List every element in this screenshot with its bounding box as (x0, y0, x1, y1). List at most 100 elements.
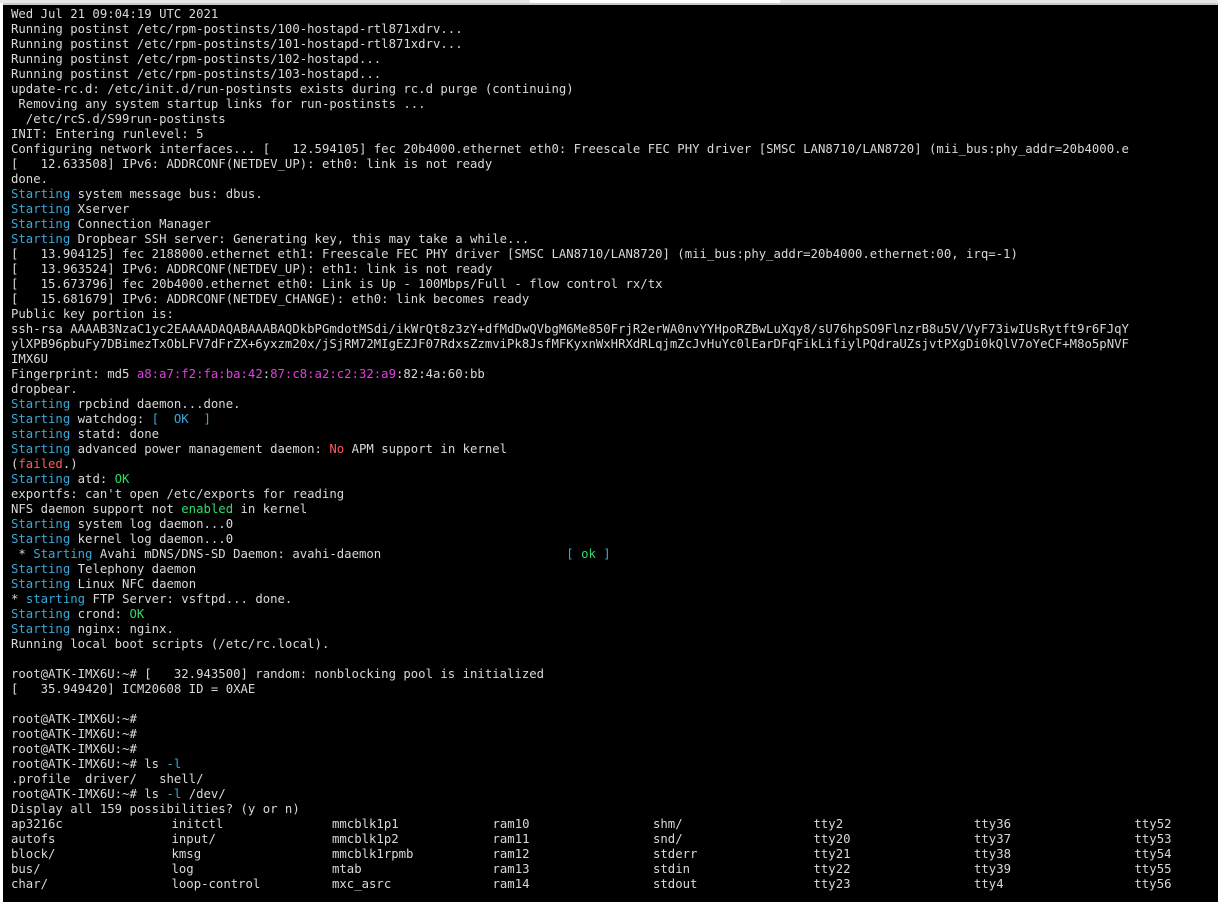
terminal-line: [ 15.681679] IPv6: ADDRCONF(NETDEV_CHANG… (11, 292, 1218, 307)
dev-listing-entry: tty54 (1134, 847, 1172, 861)
terminal-text: exportfs: can't open /etc/exports for re… (11, 487, 345, 501)
terminal-text: Running postinst /etc/rpm-postinsts/101-… (11, 37, 463, 51)
terminal-line: Running postinst /etc/rpm-postinsts/100-… (11, 22, 1218, 37)
terminal-line: /etc/rcS.d/S99run-postinsts (11, 112, 1218, 127)
dev-listing-entry: ram13 (492, 862, 530, 876)
terminal-line: NFS daemon support not enabled in kernel (11, 502, 1218, 517)
terminal-text: * (11, 547, 34, 561)
terminal-text: root@ATK-IMX6U:~# ls (11, 787, 167, 801)
dev-listing-entry: tty2 (813, 817, 844, 831)
terminal-line: update-rc.d: /etc/init.d/run-postinsts e… (11, 82, 1218, 97)
terminal-text: root@ATK-IMX6U:~# (11, 712, 137, 726)
terminal-text: ] (595, 547, 611, 561)
terminal-text: Configuring network interfaces... [ 12.5… (11, 142, 1129, 156)
terminal-line: ylXPB96pbuFy7DBimezTxObLFV7dFrZX+6yxzm20… (11, 337, 1218, 352)
terminal-line: Starting Dropbear SSH server: Generating… (11, 232, 1218, 247)
terminal-line: (failed.) (11, 457, 1218, 472)
terminal-text: kernel log daemon...0 (70, 532, 234, 546)
terminal-line: Display all 159 possibilities? (y or n) (11, 802, 1218, 817)
terminal-text: .) (62, 457, 78, 471)
terminal-text: [ 13.963524] IPv6: ADDRCONF(NETDEV_UP): … (11, 262, 493, 276)
dev-listing-entry: stdin (653, 862, 691, 876)
dev-listing-entry: tty55 (1134, 862, 1172, 876)
terminal-line: * starting FTP Server: vsftpd... done. (11, 592, 1218, 607)
dev-listing-entry: ap3216c (11, 817, 63, 831)
terminal-text: Starting (11, 577, 71, 591)
terminal-line: [ 15.673796] fec 20b4000.ethernet eth0: … (11, 277, 1218, 292)
terminal-text: Display all 159 possibilities? (y or n) (11, 802, 300, 816)
dev-listing-entry: tty36 (974, 817, 1012, 831)
terminal-text: Starting (11, 442, 71, 456)
terminal-text: Dropbear SSH server: Generating key, thi… (70, 232, 530, 246)
dev-listing-entry: stdout (653, 877, 698, 891)
terminal-text: watchdog: (70, 412, 152, 426)
terminal-text: ssh-rsa AAAAB3NzaC1yc2EAAAADAQABAAABAQDk… (11, 322, 1129, 336)
terminal-line: [ 13.963524] IPv6: ADDRCONF(NETDEV_UP): … (11, 262, 1218, 277)
dev-listing-entry: snd/ (653, 832, 683, 846)
dev-listing-entry: tty38 (974, 847, 1012, 861)
terminal-text: crond: (70, 607, 130, 621)
terminal-text: No (329, 442, 345, 456)
terminal-text: Starting (11, 607, 71, 621)
terminal-text: Telephony daemon (70, 562, 197, 576)
terminal-line: Running postinst /etc/rpm-postinsts/101-… (11, 37, 1218, 52)
dev-listing-entry: mtab (332, 862, 362, 876)
terminal-line: Starting system log daemon...0 (11, 517, 1218, 532)
terminal-text: [ 12.633508] IPv6: ADDRCONF(NETDEV_UP): … (11, 157, 493, 171)
terminal-line: Running local boot scripts (/etc/rc.loca… (11, 637, 1218, 652)
terminal-line: Starting Xserver (11, 202, 1218, 217)
dev-listing-entry: tty37 (974, 832, 1012, 846)
terminal-text: atd: (70, 472, 115, 486)
dev-listing-row: bus/log mtab ram13 stdin tty22 tty39 tty55 (11, 862, 1218, 877)
terminal-text: root@ATK-IMX6U:~# [ 32.943500] random: n… (11, 667, 545, 681)
terminal-text: Connection Manager (70, 217, 211, 231)
terminal-text: advanced power management daemon: (70, 442, 330, 456)
dev-listing-entry: stderr (653, 847, 698, 861)
terminal-text: Starting (11, 412, 71, 426)
terminal-text: [ OK ] (151, 412, 211, 426)
terminal-line: [ 13.904125] fec 2188000.ethernet eth1: … (11, 247, 1218, 262)
dev-listing-entry: tty22 (813, 862, 851, 876)
terminal-text: Removing any system startup links for ru… (11, 97, 426, 111)
terminal-line: INIT: Entering runlevel: 5 (11, 127, 1218, 142)
terminal-text: Public key portion is: (11, 307, 174, 321)
terminal-text: .profile driver/ shell/ (11, 772, 204, 786)
dev-listing-entry: tty56 (1134, 877, 1172, 891)
terminal-line: Starting Connection Manager (11, 217, 1218, 232)
terminal-line: Starting rpcbind daemon...done. (11, 397, 1218, 412)
dev-listing-entry: char/ (11, 877, 49, 891)
terminal-text: -l (166, 787, 182, 801)
terminal-text: [ 15.673796] fec 20b4000.ethernet eth0: … (11, 277, 663, 291)
dev-listing-entry: mxc_asrc (332, 877, 392, 891)
dev-listing-entry: initctl (171, 817, 224, 831)
terminal-text: NFS daemon support not (11, 502, 182, 516)
terminal-text: a8:a7:f2:fa:ba:42 (136, 367, 263, 381)
terminal-line: dropbear. (11, 382, 1218, 397)
terminal-text: 87:c8:a2:c2:32:a9 (270, 367, 396, 381)
terminal-line: Starting Telephony daemon (11, 562, 1218, 577)
terminal-text: Starting (11, 232, 71, 246)
terminal-text: nginx: nginx. (70, 622, 174, 636)
dev-listing-entry: tty53 (1134, 832, 1172, 846)
dev-listing-entry: tty39 (974, 862, 1012, 876)
terminal-window[interactable]: Wed Jul 21 09:04:19 UTC 2021 Running post… (3, 3, 1218, 904)
dev-listing-entry: ram10 (492, 817, 530, 831)
terminal-text: dropbear. (11, 382, 78, 396)
terminal-line: .profile driver/ shell/ (11, 772, 1218, 787)
dev-listing-row: ap3216c initctl mmcblk1p1 ram10 shm/tty2 tty3… (11, 817, 1218, 832)
dev-listing-entry: mmcblk1rpmb (332, 847, 414, 861)
terminal-line: Running postinst /etc/rpm-postinsts/102-… (11, 52, 1218, 67)
terminal-text: :82:4a:60:bb (395, 367, 485, 381)
terminal-line: Starting system message bus: dbus. (11, 187, 1218, 202)
terminal-line: [ 35.949420] ICM20608 ID = 0XAE (11, 682, 1218, 697)
terminal-text: Avahi mDNS/DNS-SD Daemon: avahi-daemon (92, 547, 567, 561)
terminal-text: Starting (11, 562, 71, 576)
terminal-line: root@ATK-IMX6U:~# ls -l /dev/ (11, 787, 1218, 802)
terminal-text: Fingerprint: md5 (11, 367, 137, 381)
terminal-line: IMX6U (11, 352, 1218, 367)
dev-listing-entry: loop-control (171, 877, 261, 891)
dev-listing-entry: kmsg (171, 847, 202, 861)
terminal-text: done. (11, 172, 49, 186)
dev-listing-entry: shm/ (653, 817, 683, 831)
terminal-text: * (11, 592, 26, 606)
